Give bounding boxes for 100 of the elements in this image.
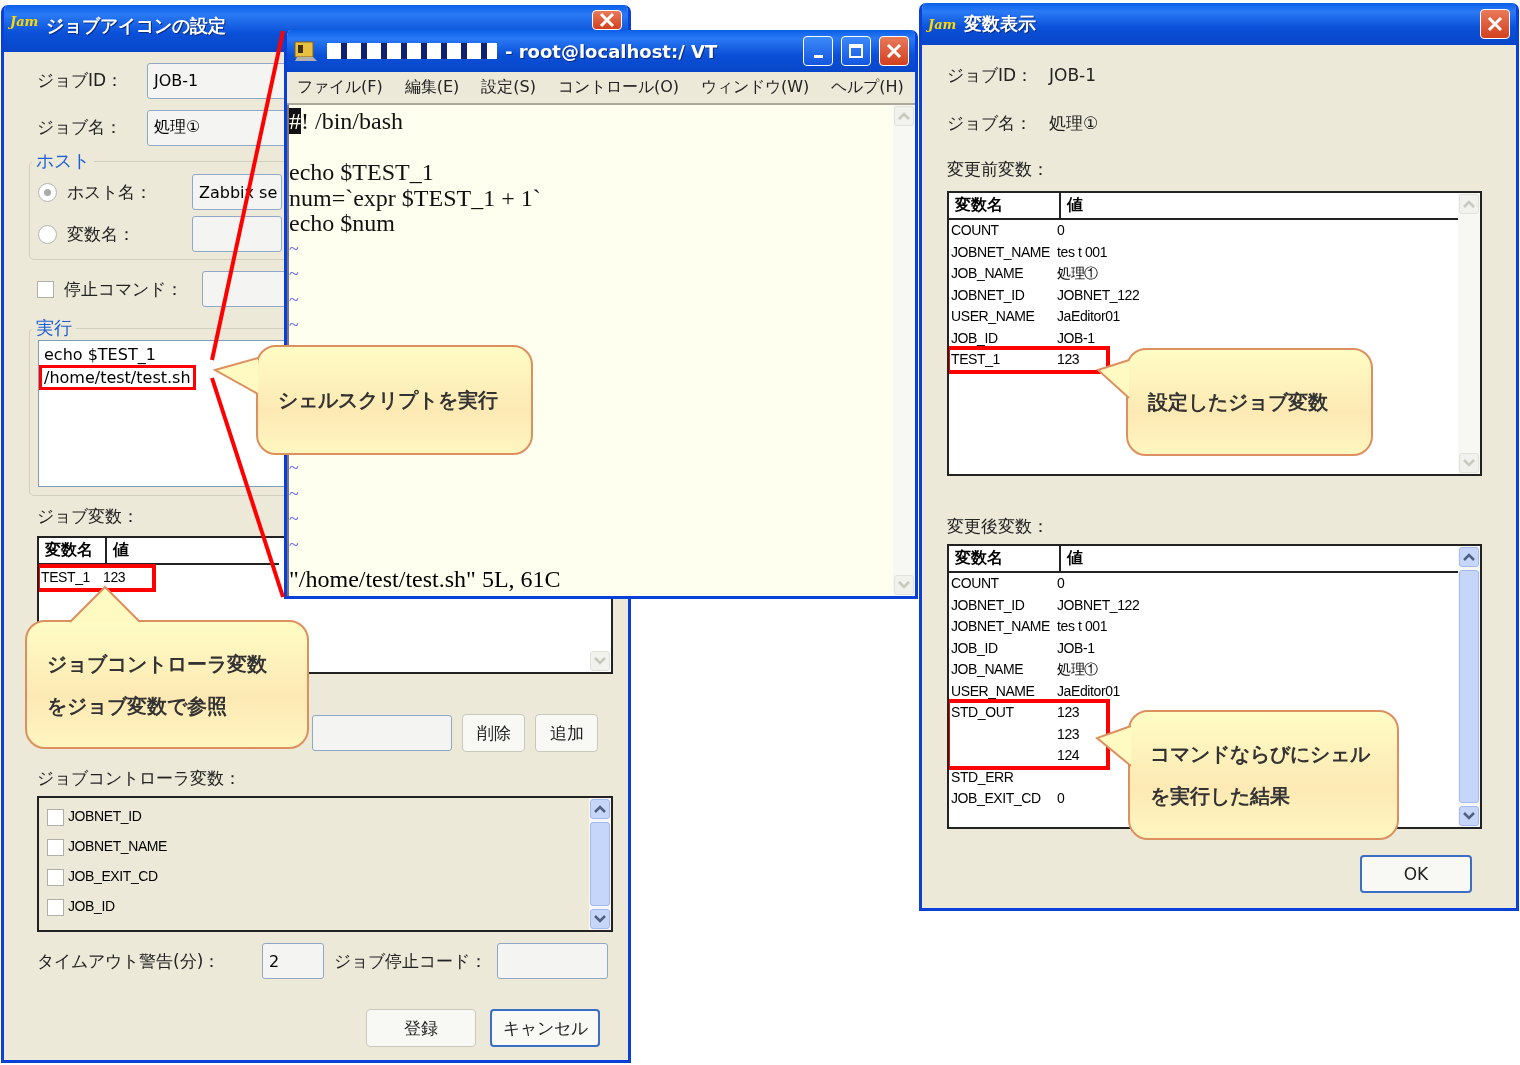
section-label: ジョブ変数：: [37, 504, 139, 528]
variable-name: JOB_EXIT_CD: [951, 789, 1042, 808]
scrollbar[interactable]: [1458, 193, 1480, 474]
radio-label: 変数名：: [67, 222, 136, 246]
window-title: - root@localhost:/ VT: [505, 40, 718, 62]
field-label: ジョブ名：: [947, 111, 1033, 135]
variable-name: STD_ERR: [951, 767, 1015, 787]
menu-item[interactable]: ウィンドウ(W): [701, 77, 810, 98]
dialog-button[interactable]: 登録: [366, 1009, 476, 1047]
checkbox[interactable]: [47, 838, 64, 856]
empty-line-marker: ~: [289, 237, 299, 261]
dialog-button[interactable]: キャンセル: [490, 1009, 600, 1047]
close-button[interactable]: [1480, 9, 1510, 39]
empty-line-marker: ~: [289, 263, 299, 286]
scrollbar[interactable]: [1458, 546, 1480, 827]
variable-value: JaEditor01: [1057, 307, 1121, 326]
column-header: 変数名: [949, 546, 1061, 571]
empty-line-marker: ~: [289, 533, 299, 557]
group-title: ホスト: [35, 151, 91, 171]
variable-name: USER_NAME: [951, 681, 1036, 701]
column-header: 値: [1065, 547, 1084, 569]
checkbox[interactable]: [47, 898, 64, 916]
variable-value: tes t 001: [1057, 242, 1109, 262]
checkbox[interactable]: [37, 280, 54, 298]
variable-value: 処理①: [1057, 264, 1099, 283]
menu-item[interactable]: ヘルプ(H): [831, 77, 904, 98]
app-logo: Jam: [928, 16, 957, 32]
scroll-down-button[interactable]: [590, 651, 610, 671]
variable-value: JOBNET_122: [1057, 595, 1141, 615]
variable-name: COUNT: [951, 574, 1000, 593]
checkbox[interactable]: [47, 868, 64, 886]
variable-name: JOBNET_NAME: [951, 617, 1052, 636]
input-field[interactable]: JOB-1: [147, 62, 287, 99]
minimize-icon: [813, 54, 823, 58]
variable-value: 0: [1057, 221, 1066, 240]
scrollbar[interactable]: [589, 798, 611, 930]
variable-value: 123: [103, 568, 127, 587]
menu-item[interactable]: 編集(E): [404, 77, 460, 98]
radio-label: ホスト名：: [67, 180, 153, 204]
empty-line-marker: ~: [289, 508, 299, 531]
variable-name: STD_OUT: [951, 703, 1015, 722]
radio-button[interactable]: [38, 224, 57, 244]
empty-line-marker: ~: [289, 288, 299, 312]
field-value: 処理①: [1049, 111, 1099, 135]
callout-text: コマンドならびにシェルを実行した結果: [1150, 741, 1370, 810]
variable-name: COUNT: [951, 221, 1000, 240]
variable-value: 処理①: [1057, 660, 1099, 679]
app-logo: Jam: [10, 14, 39, 29]
group-title: 実行: [35, 318, 73, 338]
close-button[interactable]: [879, 36, 909, 66]
checkbox-label: JOB_EXIT_CD: [68, 867, 159, 887]
variable-name: JOB_NAME: [951, 264, 1025, 283]
input-field[interactable]: [312, 715, 452, 751]
menu-item[interactable]: コントロール(O): [557, 77, 679, 98]
window-title: ジョブアイコンの設定: [46, 14, 227, 38]
input-field[interactable]: [497, 943, 608, 979]
column-header: 変数名: [949, 193, 1061, 218]
variable-name: JOBNET_ID: [951, 285, 1026, 305]
checkbox-label: JOBNET_NAME: [68, 837, 169, 857]
callout-text: ジョブコントローラ変数をジョブ変数で参照: [47, 650, 267, 720]
menu-item[interactable]: ファイル(F): [297, 77, 383, 98]
checkbox-label: JOBNET_ID: [68, 807, 143, 827]
variable-name: JOB_NAME: [951, 660, 1025, 679]
variable-value: 123 123 124: [1057, 703, 1081, 765]
maximize-button[interactable]: [841, 36, 871, 66]
code-line: echo $TEST_1: [289, 160, 434, 186]
empty-line-marker: ~: [289, 482, 299, 506]
close-icon: [599, 12, 615, 28]
scrollbar[interactable]: [893, 105, 915, 596]
section-label: 変更前変数：: [947, 157, 1049, 181]
variable-value: 0: [1057, 789, 1066, 808]
radio-button[interactable]: [38, 182, 57, 202]
callout-text: 設定したジョブ変数: [1148, 389, 1329, 416]
empty-line-marker: ~: [289, 457, 299, 480]
variable-value: JOB-1: [1057, 328, 1096, 348]
close-icon: [1487, 16, 1503, 32]
field-label: タイムアウト警告(分)：: [37, 949, 222, 973]
field-value: JOB-1: [1049, 65, 1096, 85]
input-field[interactable]: [192, 216, 282, 252]
window-title: 変数表示: [964, 12, 1037, 36]
minimize-button[interactable]: [803, 36, 833, 66]
variable-value: 123: [1057, 350, 1081, 369]
variable-value: tes t 001: [1057, 617, 1109, 636]
menu-item[interactable]: 設定(S): [481, 77, 536, 98]
variable-name: JOB_ID: [951, 328, 999, 348]
code-line: #! /bin/bash: [289, 109, 403, 135]
close-button[interactable]: [592, 10, 622, 30]
input-field[interactable]: 2: [262, 943, 324, 979]
variable-name: JOBNET_NAME: [951, 242, 1052, 262]
action-button[interactable]: 追加: [535, 714, 598, 752]
ok-button[interactable]: OK: [1360, 855, 1472, 893]
code-line: echo $num: [289, 211, 395, 237]
section-label: ジョブコントローラ変数：: [37, 766, 241, 790]
variable-value: JOB-1: [1057, 638, 1096, 658]
input-field[interactable]: 処理①: [147, 109, 287, 146]
column-header: 値: [1065, 194, 1084, 216]
action-button[interactable]: 削除: [462, 714, 525, 752]
close-icon: [886, 43, 902, 59]
checkbox[interactable]: [47, 808, 64, 826]
code-line: num=`expr $TEST_1 + 1`: [289, 185, 541, 211]
